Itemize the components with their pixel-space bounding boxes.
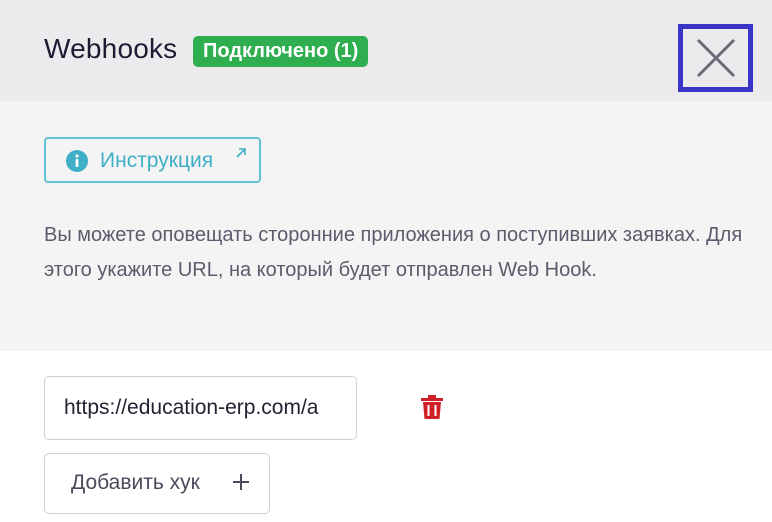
webhooks-panel: Webhooks Подключено (1) Инструкция Вы мо… [0, 0, 772, 522]
close-button[interactable] [678, 24, 753, 92]
instruction-link[interactable]: Инструкция [44, 137, 261, 183]
plus-icon [233, 474, 249, 490]
info-section: Инструкция Вы можете оповещать сторонние… [0, 101, 772, 351]
info-icon [66, 150, 88, 172]
external-link-icon [236, 148, 246, 158]
webhook-url-input[interactable] [44, 376, 357, 440]
status-badge: Подключено (1) [193, 36, 369, 67]
panel-header: Webhooks Подключено (1) [0, 0, 772, 101]
description-text: Вы можете оповещать сторонние приложения… [44, 224, 743, 281]
trash-icon[interactable] [420, 394, 444, 420]
instruction-label: Инструкция [100, 149, 214, 172]
add-hook-label: Добавить хук [71, 471, 200, 494]
add-hook-button[interactable]: Добавить хук [44, 453, 270, 514]
page-title: Webhooks [44, 33, 178, 64]
close-icon [696, 38, 736, 78]
